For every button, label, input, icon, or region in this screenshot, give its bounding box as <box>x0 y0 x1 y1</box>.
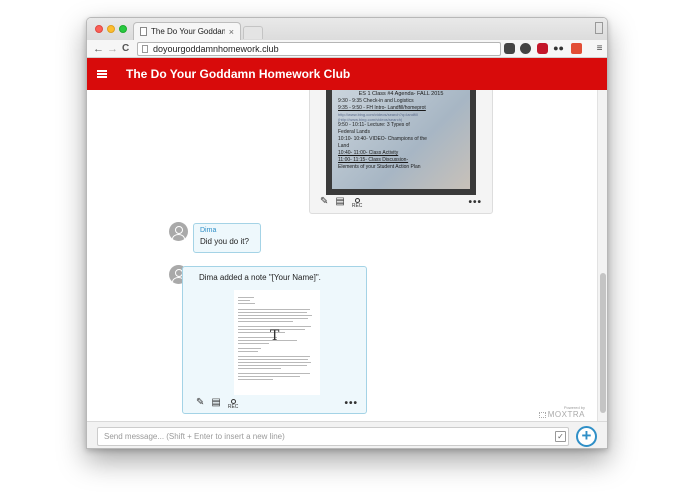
browser-window: The Do Your Goddamn Ho × ← → C doyourgod… <box>86 17 608 449</box>
ublock-icon[interactable] <box>537 43 548 54</box>
comment-icon[interactable]: ▤ <box>211 397 220 409</box>
attach-icon[interactable]: ✓ <box>555 431 566 442</box>
brand-name-row: MOXTRA <box>538 410 585 419</box>
photo-line: Land <box>338 143 350 149</box>
agenda-photo[interactable]: ES 1 Class #4 Agenda- FALL 2015 9:30 - 9… <box>326 90 476 195</box>
sender-name[interactable]: Dima <box>200 227 254 234</box>
message-bubble: Dima Did you do it? <box>193 223 261 253</box>
chat-feed: ES 1 Class #4 Agenda- FALL 2015 9:30 - 9… <box>87 90 599 421</box>
message-text: Did you do it? <box>200 237 249 246</box>
photo-card-actions: ✎ ▤ REC ••• <box>320 195 482 209</box>
photo-line: 9:50 - 10:11- Lecture: 3 Types of <box>338 122 410 128</box>
record-button[interactable]: REC <box>351 197 363 209</box>
record-button[interactable]: REC <box>227 398 239 410</box>
photo-content: ES 1 Class #4 Agenda- FALL 2015 9:30 - 9… <box>332 90 470 189</box>
note-document-preview[interactable]: T <box>234 290 320 395</box>
menu-icon[interactable] <box>97 70 107 78</box>
browser-menu-icon[interactable]: ≡ <box>594 43 605 54</box>
page-icon <box>140 27 147 36</box>
pocket-icon[interactable] <box>504 43 515 54</box>
reload-button[interactable]: C <box>122 42 129 56</box>
app-header: The Do Your Goddamn Homework Club <box>87 58 607 90</box>
brand-name: MOXTRA <box>547 410 585 419</box>
photo-card: ES 1 Class #4 Agenda- FALL 2015 9:30 - 9… <box>309 90 493 214</box>
photo-line: 9:30 - 9:35 Check-in and Logistics <box>338 98 414 104</box>
photo-line: Elements of your Student Action Plan <box>338 164 421 170</box>
more-options-button[interactable]: ••• <box>468 197 482 208</box>
photo-line: ES 1 Class #4 Agenda- FALL 2015 <box>358 91 444 97</box>
record-label: REC <box>351 202 363 209</box>
scrollbar[interactable] <box>597 90 607 421</box>
back-button[interactable]: ← <box>93 42 104 56</box>
close-window-button[interactable] <box>95 25 103 33</box>
avatar[interactable] <box>169 222 188 241</box>
add-button[interactable]: + <box>576 426 597 447</box>
photo-line: 10:10- 10:40- VIDEO- Champions of the <box>338 136 427 142</box>
photo-line: Federal Lands <box>338 129 370 135</box>
forward-button[interactable]: → <box>107 42 118 56</box>
tab-bar: The Do Your Goddamn Ho × <box>87 18 607 40</box>
mail-icon[interactable] <box>571 43 582 54</box>
profile-icon[interactable] <box>595 22 603 34</box>
address-text: doyourgoddamnhomework.club <box>153 44 279 54</box>
text-cursor-icon: T <box>270 328 280 344</box>
browser-tab[interactable]: The Do Your Goddamn Ho × <box>133 22 241 40</box>
new-tab-button[interactable] <box>243 26 263 39</box>
comment-icon[interactable]: ▤ <box>335 196 344 208</box>
pen-icon[interactable]: ✎ <box>320 196 328 208</box>
minimize-window-button[interactable] <box>107 25 115 33</box>
moxtra-logo-icon <box>538 411 546 418</box>
page-icon <box>142 45 148 53</box>
moxtra-branding: Powered by MOXTRA <box>538 405 585 419</box>
tab-close-icon[interactable]: × <box>229 27 234 37</box>
record-label: REC <box>227 403 239 410</box>
photo-line: 11:00- 11:15- Class Discussion- <box>338 157 409 163</box>
edit-icon[interactable]: ✎ <box>196 397 204 409</box>
composer: ✓ + <box>87 421 607 448</box>
photo-line: 9:35 - 9:50 - FH Intro- Landfill/homepro… <box>338 105 426 111</box>
note-text: Dima added a note "[Your Name]". <box>199 273 321 282</box>
address-bar[interactable]: doyourgoddamnhomework.club <box>137 42 501 56</box>
scroll-thumb[interactable] <box>600 273 606 413</box>
browser-toolbar: ← → C doyourgoddamnhomework.club ●● ≡ <box>87 40 607 58</box>
glasses-icon[interactable]: ●● <box>553 43 564 54</box>
tab-title: The Do Your Goddamn Ho <box>151 27 225 36</box>
message-input[interactable] <box>97 427 569 446</box>
extension-icon[interactable] <box>520 43 531 54</box>
more-options-button[interactable]: ••• <box>344 398 358 409</box>
note-card: Dima added a note "[Your Name]". T ✎ ▤ R… <box>182 266 367 414</box>
maximize-window-button[interactable] <box>119 25 127 33</box>
photo-line: 10:40- 11:00- Class Activity <box>338 150 399 156</box>
app-title: The Do Your Goddamn Homework Club <box>126 67 351 81</box>
note-card-actions: ✎ ▤ REC ••• <box>196 396 358 410</box>
